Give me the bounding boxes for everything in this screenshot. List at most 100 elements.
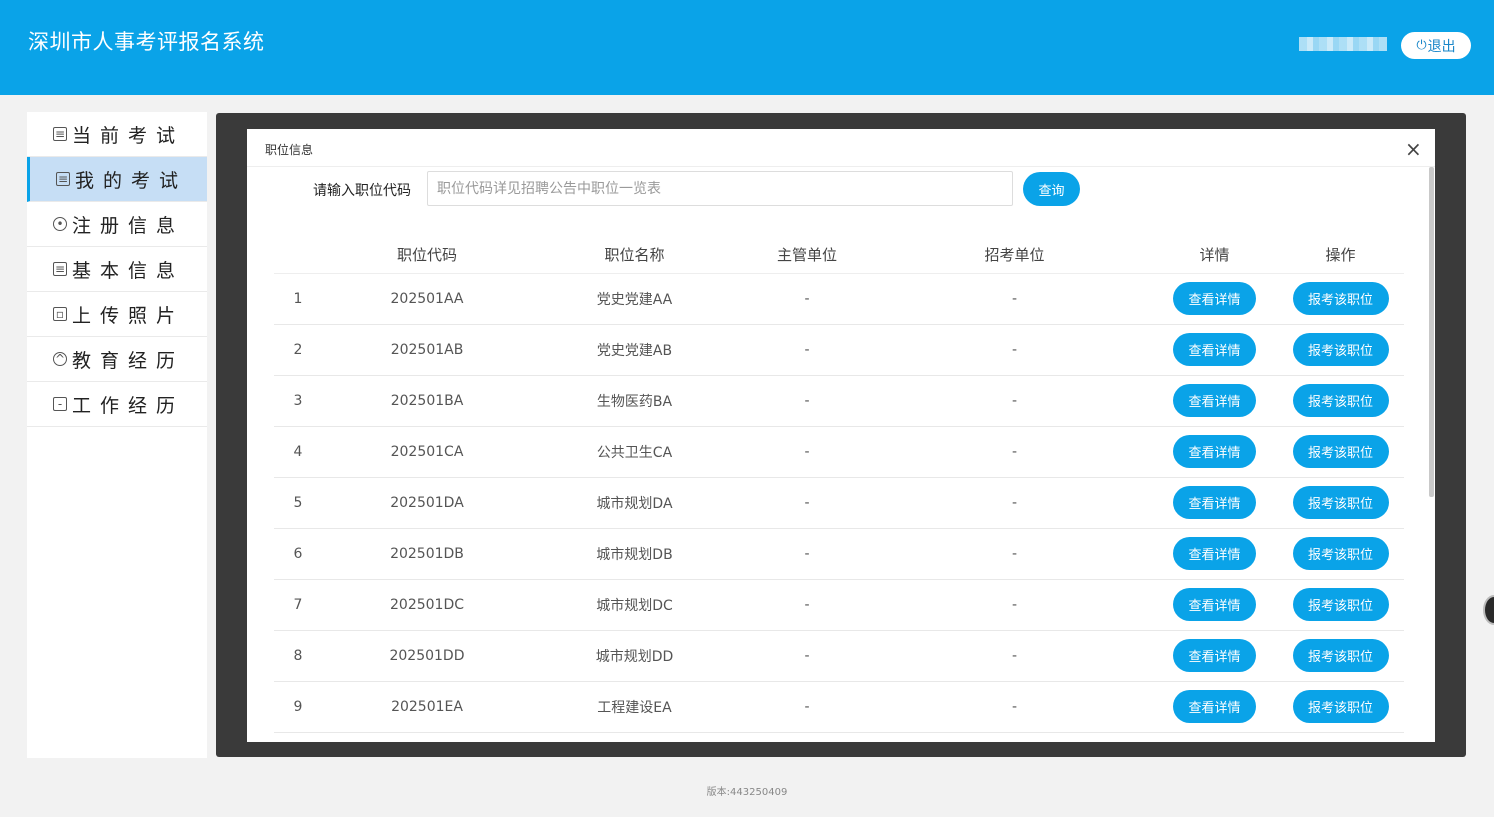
supervising-dept: - bbox=[737, 681, 877, 733]
floating-side-handle[interactable] bbox=[1483, 595, 1494, 625]
view-detail-button[interactable]: 查看详情 bbox=[1173, 333, 1256, 366]
view-detail-button[interactable]: 查看详情 bbox=[1173, 486, 1256, 519]
query-button[interactable]: 查询 bbox=[1023, 172, 1080, 206]
view-detail-button[interactable]: 查看详情 bbox=[1173, 537, 1256, 570]
user-icon: • bbox=[53, 217, 67, 231]
table-row: 1 202501AA 党史党建AA - - 查看详情 报考该职位 bbox=[274, 273, 1404, 325]
position-code: 202501DD bbox=[322, 630, 532, 682]
username-blurred bbox=[1299, 37, 1387, 51]
position-name: 城市规划DC bbox=[532, 579, 737, 631]
apply-position-button[interactable]: 报考该职位 bbox=[1292, 690, 1389, 723]
table-row: 7 202501DC 城市规划DC - - 查看详情 报考该职位 bbox=[274, 579, 1404, 631]
my-exam-icon: ≡ bbox=[56, 172, 70, 186]
sidebar-item-upload-photo[interactable]: ▫ 上传照片 bbox=[27, 292, 207, 337]
sidebar-item-label: 基本信息 bbox=[72, 259, 185, 282]
sidebar-item-education[interactable]: ^ 教育经历 bbox=[27, 337, 207, 382]
column-header-action: 操作 bbox=[1277, 236, 1404, 274]
position-name: 党史党建AA bbox=[532, 273, 737, 325]
apply-position-button[interactable]: 报考该职位 bbox=[1292, 384, 1389, 417]
recruiting-unit: - bbox=[877, 375, 1152, 427]
view-detail-button[interactable]: 查看详情 bbox=[1173, 588, 1256, 621]
recruiting-unit: - bbox=[877, 273, 1152, 325]
row-index: 4 bbox=[274, 426, 322, 478]
position-table: 职位代码 职位名称 主管单位 招考单位 详情 操作 1 202501AA 党史党… bbox=[274, 236, 1404, 742]
app-title: 深圳市人事考评报名系统 bbox=[28, 30, 265, 54]
sidebar-item-work[interactable]: - 工作经历 bbox=[27, 382, 207, 427]
position-code: 202501BA bbox=[322, 375, 532, 427]
supervising-dept: - bbox=[737, 579, 877, 631]
position-code: 202501AB bbox=[322, 324, 532, 376]
apply-position-button[interactable]: 报考该职位 bbox=[1292, 639, 1389, 672]
logout-button[interactable]: ⏻ 退出 bbox=[1401, 32, 1471, 59]
sidebar-item-label: 注册信息 bbox=[72, 214, 185, 237]
position-name: 生物医药BA bbox=[532, 375, 737, 427]
recruiting-unit: - bbox=[877, 324, 1152, 376]
sidebar-item-label: 教育经历 bbox=[72, 349, 185, 372]
sidebar-item-my-exam[interactable]: ≡ 我的考试 bbox=[27, 157, 207, 202]
view-detail-button[interactable]: 查看详情 bbox=[1173, 282, 1256, 315]
row-index: 8 bbox=[274, 630, 322, 682]
recruiting-unit: - bbox=[877, 681, 1152, 733]
view-detail-button[interactable]: 查看详情 bbox=[1173, 639, 1256, 672]
position-code: 202501DB bbox=[322, 528, 532, 580]
row-index: 6 bbox=[274, 528, 322, 580]
dialog-scrollbar[interactable] bbox=[1429, 167, 1434, 497]
column-header-name: 职位名称 bbox=[532, 236, 737, 274]
row-index: 1 bbox=[274, 273, 322, 325]
apply-position-button[interactable]: 报考该职位 bbox=[1292, 588, 1389, 621]
supervising-dept: - bbox=[737, 273, 877, 325]
power-icon: ⏻ bbox=[1416, 38, 1427, 53]
position-code-input[interactable] bbox=[427, 171, 1013, 206]
position-name: 城市规划DD bbox=[532, 630, 737, 682]
apply-position-button[interactable]: 报考该职位 bbox=[1292, 537, 1389, 570]
row-index: 3 bbox=[274, 375, 322, 427]
table-row: 5 202501DA 城市规划DA - - 查看详情 报考该职位 bbox=[274, 477, 1404, 529]
supervising-dept: - bbox=[737, 630, 877, 682]
apply-position-button[interactable]: 报考该职位 bbox=[1292, 333, 1389, 366]
supervising-dept: - bbox=[737, 426, 877, 478]
position-name: 党史党建AB bbox=[532, 324, 737, 376]
supervising-dept: - bbox=[737, 375, 877, 427]
row-index: 5 bbox=[274, 477, 322, 529]
position-info-dialog: 职位信息 × 请输入职位代码 查询 职位代码 职位名称 主管单位 招考单位 详情… bbox=[247, 129, 1435, 742]
search-label: 请输入职位代码 bbox=[313, 183, 411, 199]
position-code: 202501CA bbox=[322, 426, 532, 478]
sidebar-item-current-exam[interactable]: ≡ 当前考试 bbox=[27, 112, 207, 157]
recruiting-unit: - bbox=[877, 579, 1152, 631]
recruiting-unit: - bbox=[877, 426, 1152, 478]
view-detail-button[interactable]: 查看详情 bbox=[1173, 690, 1256, 723]
column-header-code: 职位代码 bbox=[322, 236, 532, 274]
briefcase-icon: - bbox=[53, 397, 67, 411]
row-index: 2 bbox=[274, 324, 322, 376]
position-name: 工程建设EA bbox=[532, 681, 737, 733]
photo-icon: ▫ bbox=[53, 307, 67, 321]
supervising-dept: - bbox=[737, 528, 877, 580]
sidebar-item-label: 上传照片 bbox=[72, 304, 185, 327]
recruiting-unit: - bbox=[877, 477, 1152, 529]
close-icon[interactable]: × bbox=[1405, 137, 1422, 161]
position-name: 城市规划DB bbox=[532, 528, 737, 580]
sidebar-item-label: 我的考试 bbox=[75, 169, 188, 192]
position-name: 城市规划DA bbox=[532, 477, 737, 529]
recruiting-unit: - bbox=[877, 528, 1152, 580]
position-name: 公共卫生CA bbox=[532, 426, 737, 478]
sidebar-item-label: 当前考试 bbox=[72, 124, 185, 147]
apply-position-button[interactable]: 报考该职位 bbox=[1292, 282, 1389, 315]
supervising-dept: - bbox=[737, 477, 877, 529]
sidebar-item-label: 工作经历 bbox=[72, 394, 185, 417]
position-code: 202501DC bbox=[322, 579, 532, 631]
column-header-index bbox=[274, 236, 322, 274]
sidebar-item-basic-info[interactable]: ≡ 基本信息 bbox=[27, 247, 207, 292]
view-detail-button[interactable]: 查看详情 bbox=[1173, 435, 1256, 468]
table-row: 6 202501DB 城市规划DB - - 查看详情 报考该职位 bbox=[274, 528, 1404, 580]
column-header-unit: 招考单位 bbox=[877, 236, 1152, 274]
view-detail-button[interactable]: 查看详情 bbox=[1173, 384, 1256, 417]
apply-position-button[interactable]: 报考该职位 bbox=[1292, 486, 1389, 519]
apply-position-button[interactable]: 报考该职位 bbox=[1292, 435, 1389, 468]
sidebar-item-registration[interactable]: • 注册信息 bbox=[27, 202, 207, 247]
exam-icon: ≡ bbox=[53, 127, 67, 141]
graduation-icon: ^ bbox=[53, 352, 67, 366]
table-row: 9 202501EA 工程建设EA - - 查看详情 报考该职位 bbox=[274, 681, 1404, 733]
supervising-dept: - bbox=[737, 324, 877, 376]
header-bar: 深圳市人事考评报名系统 ⏻ 退出 bbox=[0, 0, 1494, 95]
